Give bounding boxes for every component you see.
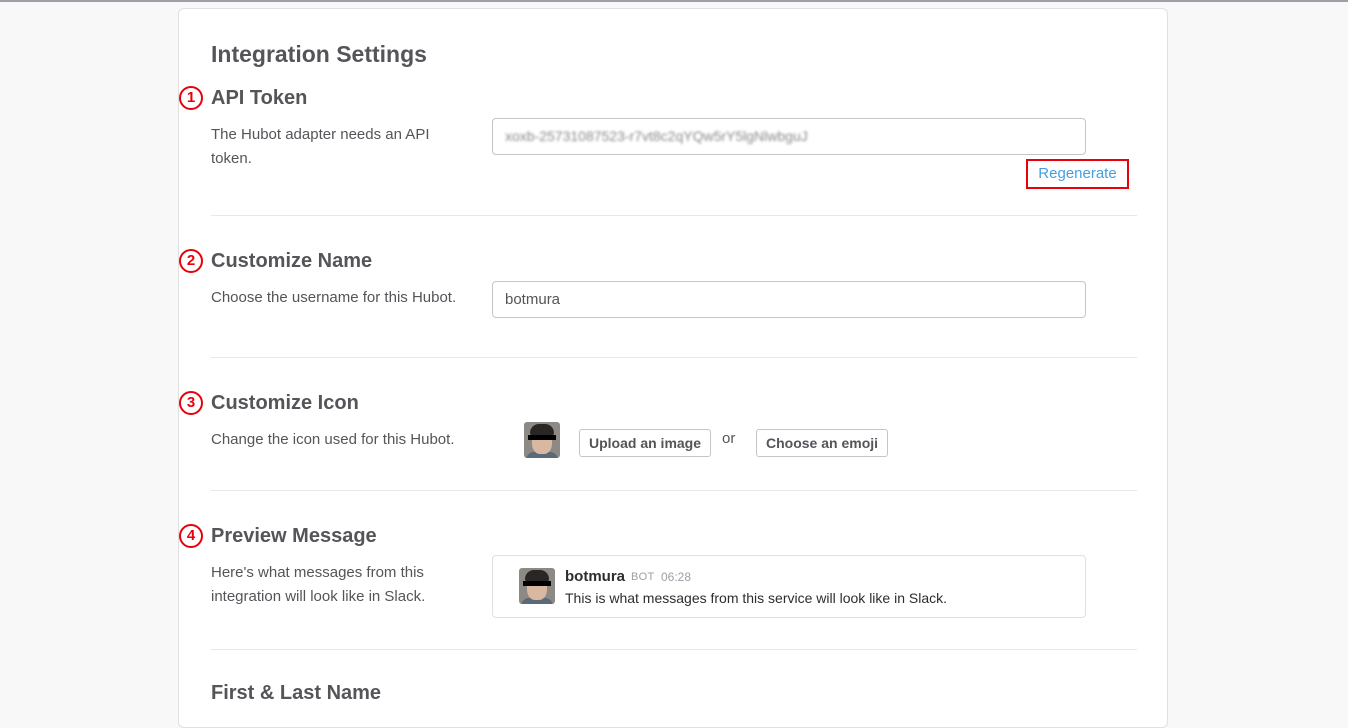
- annotation-badge-3: 3: [179, 391, 203, 415]
- customize-icon-description: Change the icon used for this Hubot.: [211, 431, 455, 448]
- annotation-badge-4: 4: [179, 524, 203, 548]
- customize-name-description: Choose the username for this Hubot.: [211, 289, 457, 306]
- choose-emoji-button[interactable]: Choose an emoji: [756, 429, 889, 457]
- bot-tag: BOT: [631, 571, 655, 583]
- annotation-badge-1: 1: [179, 86, 203, 110]
- page-title: Integration Settings: [211, 41, 427, 67]
- upload-image-button[interactable]: Upload an image: [579, 429, 712, 457]
- customize-name-title: Customize Name: [211, 250, 373, 272]
- api-token-value: xoxb-25731087523-r7vt8c2qYQw5rY5lgNlwbgu…: [505, 128, 808, 144]
- divider: [211, 215, 1137, 216]
- integration-settings-card: Integration Settings 1 API Token The Hub…: [178, 8, 1168, 728]
- top-border: [0, 0, 1348, 2]
- annotation-badge-2: 2: [179, 249, 203, 273]
- first-last-name-title: First & Last Name: [211, 682, 382, 704]
- regenerate-link[interactable]: Regenerate: [1026, 159, 1129, 189]
- message-text: This is what messages from this service …: [565, 590, 948, 606]
- preview-message-title: Preview Message: [211, 525, 377, 547]
- customize-icon-title: Customize Icon: [211, 392, 359, 414]
- message-preview: botmura BOT 06:28 This is what messages …: [492, 555, 1086, 618]
- preview-message-description: Here's what messages from this integrati…: [211, 564, 426, 605]
- or-label: or: [722, 430, 736, 447]
- divider: [211, 357, 1137, 358]
- message-author: botmura: [565, 568, 625, 585]
- bot-avatar: [524, 422, 560, 458]
- api-token-input[interactable]: xoxb-25731087523-r7vt8c2qYQw5rY5lgNlwbgu…: [492, 118, 1086, 155]
- divider: [211, 649, 1137, 650]
- api-token-title: API Token: [211, 87, 308, 109]
- api-token-description: The Hubot adapter needs an API token.: [211, 126, 430, 167]
- message-avatar: [519, 568, 555, 604]
- divider: [211, 490, 1137, 491]
- username-input[interactable]: [492, 281, 1086, 318]
- message-time: 06:28: [661, 570, 692, 584]
